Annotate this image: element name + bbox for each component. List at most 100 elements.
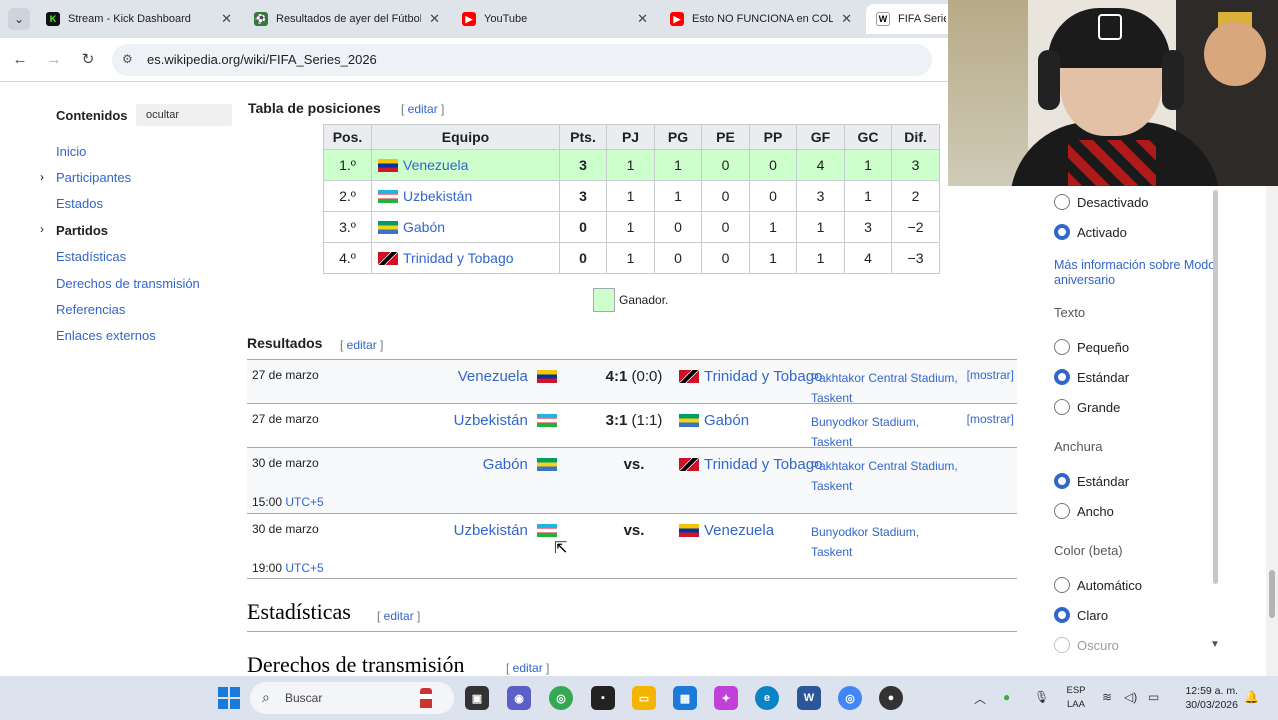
- teams-icon[interactable]: ◉: [507, 686, 531, 710]
- toc-item-estados[interactable]: Estados: [56, 196, 103, 211]
- away-team[interactable]: Trinidad y Tobago: [679, 368, 822, 385]
- match-venue[interactable]: Bunyodkor Stadium, Taskent: [811, 522, 1017, 562]
- text-standard-option[interactable]: Estándar: [1054, 369, 1129, 385]
- reload-icon[interactable]: ↻: [78, 50, 98, 70]
- word-icon[interactable]: W: [797, 686, 821, 710]
- edit-broadcast-link[interactable]: [ editar ]: [506, 661, 549, 675]
- home-team-link[interactable]: Uzbekistán: [454, 522, 528, 539]
- timezone-link[interactable]: UTC+5: [285, 561, 323, 575]
- team-cell[interactable]: Uzbekistán: [371, 180, 560, 212]
- edit-label[interactable]: editar: [408, 102, 438, 116]
- home-team[interactable]: Venezuela: [458, 368, 562, 385]
- color-dark-option[interactable]: Oscuro: [1054, 637, 1119, 653]
- timezone-link[interactable]: UTC+5: [285, 495, 323, 509]
- stadium-link[interactable]: Bunyodkor Stadium,: [811, 415, 919, 429]
- toc-item-estadisticas[interactable]: Estadísticas: [56, 249, 126, 264]
- close-tab-icon[interactable]: ✕: [637, 11, 648, 27]
- radio-button[interactable]: [1054, 194, 1070, 210]
- edit-stats-link[interactable]: [ editar ]: [377, 609, 420, 623]
- text-small-option[interactable]: Pequeño: [1054, 339, 1129, 355]
- tab-search-chevron-icon[interactable]: ⌄: [8, 8, 30, 30]
- radio-button[interactable]: [1054, 339, 1070, 355]
- away-team-link[interactable]: Gabón: [704, 412, 749, 429]
- radio-button[interactable]: [1054, 637, 1070, 653]
- edit-label[interactable]: editar: [347, 338, 377, 352]
- away-team-link[interactable]: Trinidad y Tobago: [704, 456, 822, 473]
- team-link[interactable]: Gabón: [403, 219, 445, 235]
- match-venue[interactable]: Pakhtakor Central Stadium, Taskent: [811, 456, 1017, 496]
- team-link[interactable]: Venezuela: [403, 157, 468, 173]
- radio-button[interactable]: [1054, 607, 1070, 623]
- team-cell[interactable]: Gabón: [371, 211, 560, 243]
- team-cell[interactable]: Trinidad y Tobago: [371, 242, 560, 274]
- away-team-link[interactable]: Trinidad y Tobago: [704, 368, 822, 385]
- tab-youtube[interactable]: ▶ YouTube ✕: [452, 4, 658, 34]
- chevron-right-icon[interactable]: ›: [40, 222, 44, 236]
- team-link[interactable]: Trinidad y Tobago: [403, 250, 514, 266]
- app-icon[interactable]: ●: [879, 686, 903, 710]
- tab-fifa-series[interactable]: W FIFA Series: [866, 4, 956, 34]
- home-team-link[interactable]: Uzbekistán: [454, 412, 528, 429]
- width-standard-option[interactable]: Estándar: [1054, 473, 1129, 489]
- edit-label[interactable]: editar: [513, 661, 543, 675]
- close-tab-icon[interactable]: ✕: [221, 11, 232, 27]
- close-tab-icon[interactable]: ✕: [841, 11, 852, 27]
- radio-button[interactable]: [1054, 224, 1070, 240]
- terminal-icon[interactable]: ▪: [591, 686, 615, 710]
- tab-youtube-video[interactable]: ▶ Esto NO FUNCIONA en COLOMBIA ✕: [660, 4, 862, 34]
- scroll-down-icon[interactable]: ▼: [1210, 639, 1220, 650]
- stadium-link[interactable]: Bunyodkor Stadium,: [811, 525, 919, 539]
- site-info-icon[interactable]: ⚙: [122, 52, 133, 66]
- toc-item-partidos[interactable]: Partidos: [56, 223, 108, 238]
- away-team[interactable]: Trinidad y Tobago: [679, 456, 822, 473]
- edit-label[interactable]: editar: [384, 609, 414, 623]
- radio-button[interactable]: [1054, 473, 1070, 489]
- show-details-link[interactable]: [mostrar]: [967, 368, 1014, 382]
- team-cell[interactable]: Venezuela: [371, 149, 560, 181]
- team-link[interactable]: Uzbekistán: [403, 188, 472, 204]
- scrollbar-thumb[interactable]: [1269, 570, 1275, 618]
- chevron-right-icon[interactable]: ›: [40, 170, 44, 184]
- stadium-link[interactable]: Pakhtakor Central Stadium,: [811, 459, 958, 473]
- anniversary-off-option[interactable]: Desactivado: [1054, 194, 1149, 210]
- toc-item-participantes[interactable]: Participantes: [56, 170, 131, 185]
- home-team[interactable]: Uzbekistán: [454, 412, 562, 429]
- home-team[interactable]: Gabón: [483, 456, 562, 473]
- address-bar[interactable]: ⚙ es.wikipedia.org/wiki/FIFA_Series_2026: [112, 44, 932, 76]
- close-tab-icon[interactable]: ✕: [429, 11, 440, 27]
- anniversary-on-option[interactable]: Activado: [1054, 224, 1127, 240]
- away-team[interactable]: Gabón: [679, 412, 749, 429]
- edit-results-link[interactable]: [ editar ]: [340, 338, 383, 352]
- tab-kick-dashboard[interactable]: K Stream - Kick Dashboard ✕: [36, 4, 242, 34]
- tray-app-icon[interactable]: ●: [1003, 690, 1010, 704]
- city-link[interactable]: Taskent: [811, 479, 852, 493]
- toc-item-derechos[interactable]: Derechos de transmisión: [56, 276, 200, 291]
- system-clock[interactable]: 12:59 a. m. 30/03/2026: [1178, 684, 1238, 712]
- tray-overflow-icon[interactable]: ︿: [974, 690, 986, 707]
- task-view-icon[interactable]: ▣: [465, 686, 489, 710]
- appearance-scrollbar[interactable]: [1213, 190, 1218, 584]
- edit-standings-link[interactable]: [ editar ]: [401, 102, 444, 116]
- home-team-link[interactable]: Venezuela: [458, 368, 528, 385]
- toc-item-referencias[interactable]: Referencias: [56, 302, 125, 317]
- away-team-link[interactable]: Venezuela: [704, 522, 774, 539]
- edge-icon[interactable]: e: [755, 686, 779, 710]
- text-large-option[interactable]: Grande: [1054, 399, 1120, 415]
- toc-hide-button[interactable]: ocultar: [136, 104, 232, 126]
- tab-resultados[interactable]: ⚽ Resultados de ayer del Fútbol ✕: [244, 4, 450, 34]
- url-text[interactable]: es.wikipedia.org/wiki/FIFA_Series_2026: [147, 52, 377, 67]
- chrome-active-icon[interactable]: ◎: [838, 686, 862, 710]
- battery-icon[interactable]: ▭: [1148, 690, 1159, 704]
- wifi-icon[interactable]: ≋: [1102, 690, 1112, 704]
- width-wide-option[interactable]: Ancho: [1054, 503, 1114, 519]
- radio-button[interactable]: [1054, 399, 1070, 415]
- city-link[interactable]: Taskent: [811, 545, 852, 559]
- home-team[interactable]: Uzbekistán: [454, 522, 562, 539]
- notification-bell-icon[interactable]: 🔔: [1244, 690, 1259, 704]
- color-light-option[interactable]: Claro: [1054, 607, 1108, 623]
- language-indicator[interactable]: ESP LAA: [1064, 684, 1088, 712]
- radio-button[interactable]: [1054, 503, 1070, 519]
- anniversary-more-info-link[interactable]: Más información sobre Modo aniversario: [1054, 258, 1224, 288]
- show-details-link[interactable]: [mostrar]: [967, 412, 1014, 426]
- stadium-link[interactable]: Pakhtakor Central Stadium,: [811, 371, 958, 385]
